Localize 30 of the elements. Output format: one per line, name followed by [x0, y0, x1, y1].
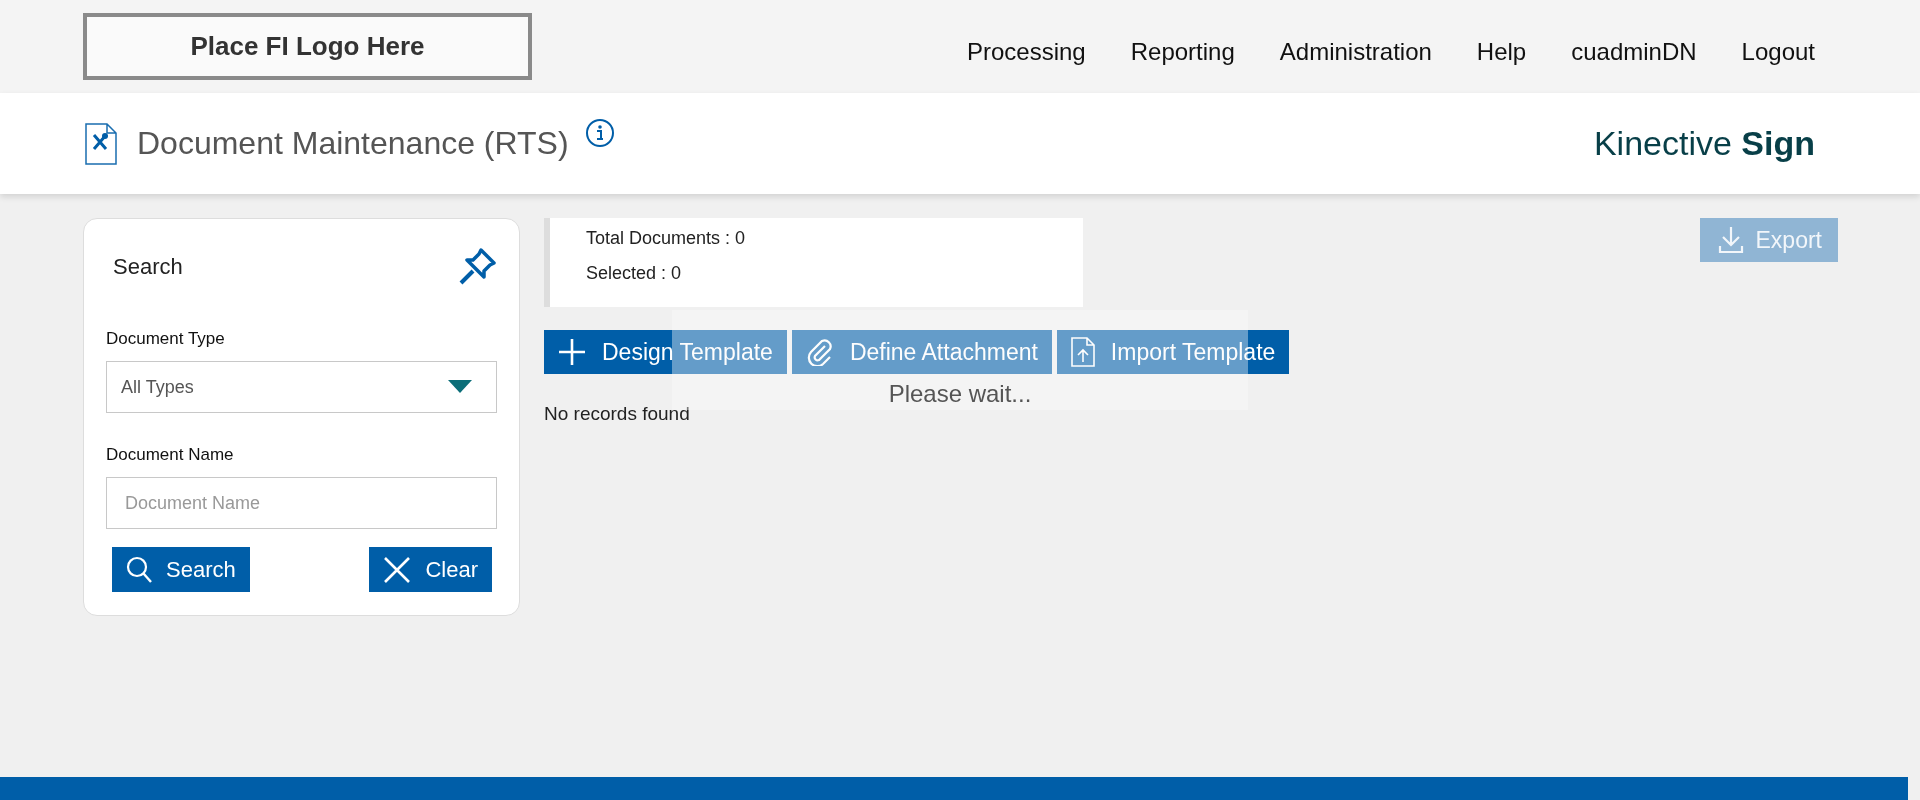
download-icon: [1717, 226, 1744, 254]
nav-link[interactable]: Reporting: [1130, 37, 1235, 66]
close-icon: [383, 555, 412, 584]
summary-text: Total Documents : 0: [586, 228, 747, 249]
nav-link[interactable]: Processing: [967, 37, 1086, 66]
panel-title: Search: [113, 254, 183, 280]
page-title: Document Maintenance (RTS): [137, 125, 569, 162]
action-button[interactable]: Design Template: [544, 330, 787, 374]
summary-text: Selected : 0: [586, 263, 683, 284]
document-name-field[interactable]: Document Name: [106, 477, 497, 529]
search-icon: [126, 555, 152, 584]
field-label: Document Name: [106, 445, 235, 465]
brand-logo: Kinective Sign: [1593, 124, 1815, 163]
dropdown-caret-icon: [448, 380, 472, 394]
nav-link[interactable]: Logout: [1741, 37, 1815, 66]
document-type-dropdown[interactable]: All Types: [106, 361, 497, 413]
nav-link[interactable]: Administration: [1279, 37, 1432, 66]
info-icon[interactable]: [584, 118, 615, 148]
field-label: Document Type: [106, 329, 226, 349]
plus-icon: [558, 338, 586, 366]
pin-icon[interactable]: [457, 247, 497, 287]
file-upload-icon: [1070, 337, 1095, 367]
nav-link[interactable]: cuadminDN: [1571, 37, 1697, 66]
empty-message: No records found: [544, 403, 691, 425]
paperclip-icon: [805, 338, 834, 366]
logo-text: Place FI Logo Here: [190, 31, 425, 62]
document-tools-icon: [85, 122, 117, 165]
nav-link[interactable]: Help: [1476, 37, 1527, 66]
clear-button[interactable]: Clear: [369, 547, 492, 592]
search-button[interactable]: Search: [112, 547, 250, 592]
